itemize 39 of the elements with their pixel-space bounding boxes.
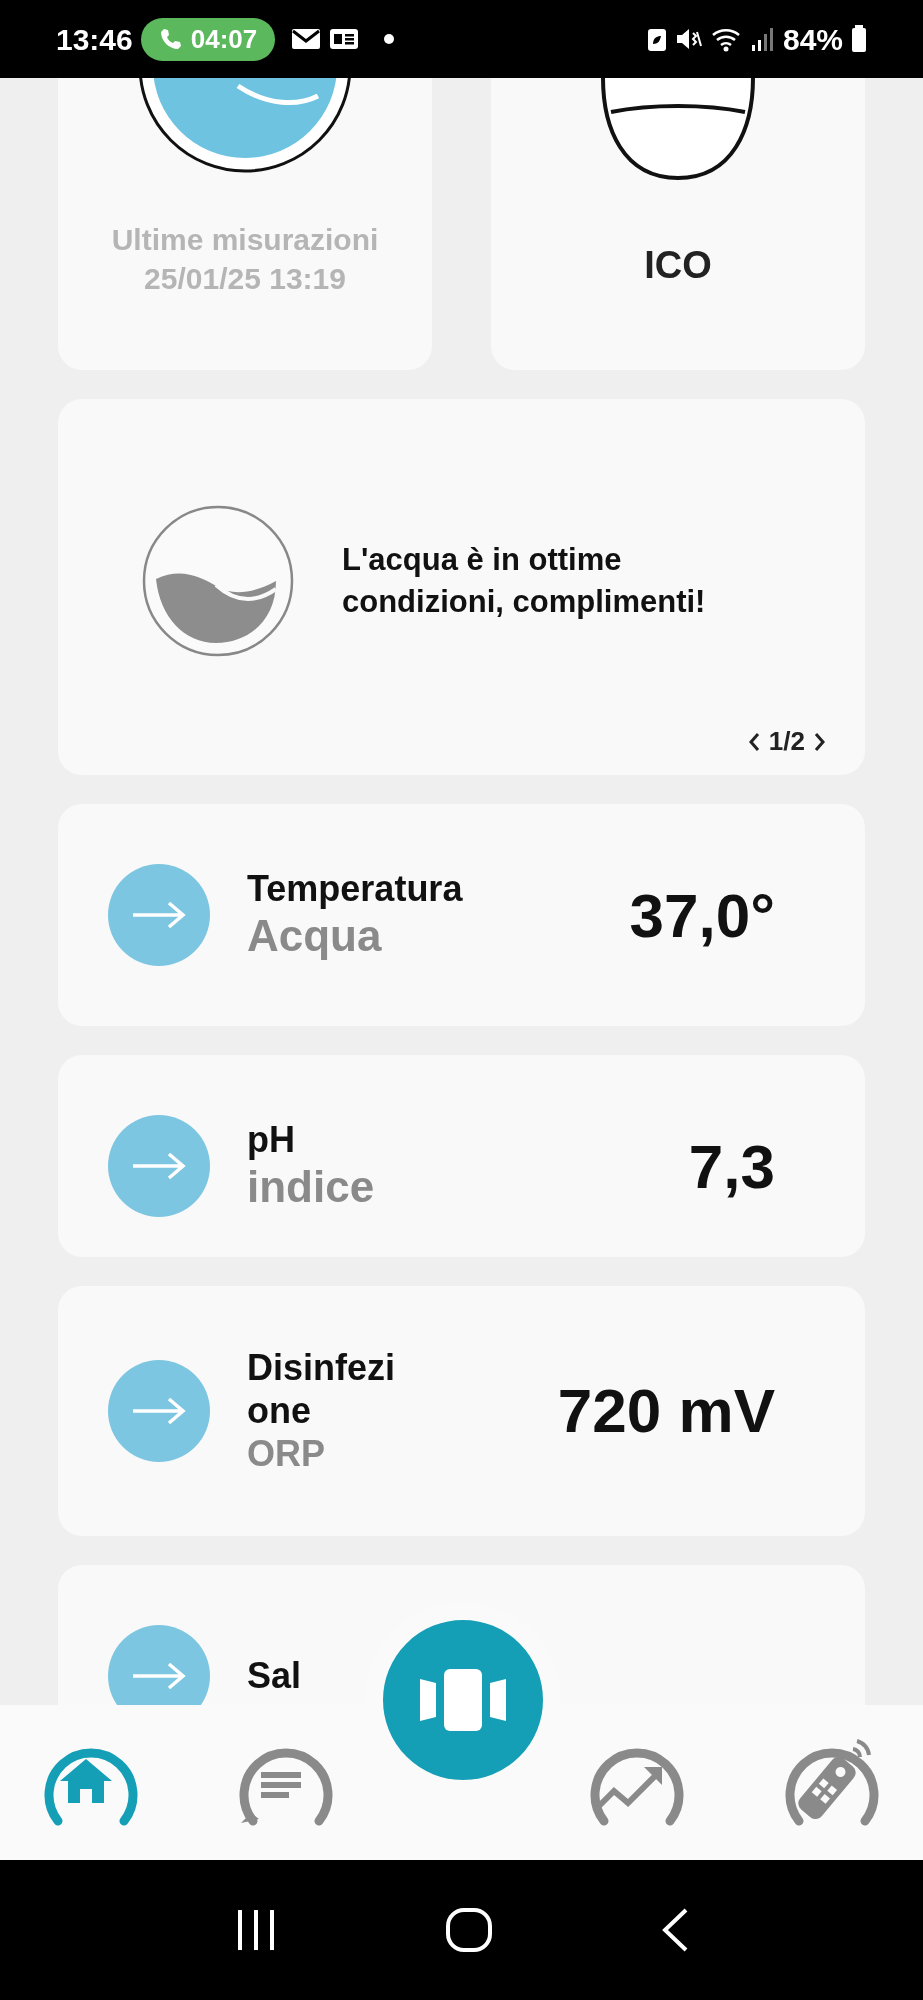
battery-saver-icon xyxy=(646,26,667,52)
home-button[interactable] xyxy=(444,1907,493,1953)
chevron-left-icon xyxy=(746,731,761,754)
message-text: L'acqua è in ottime condizioni, complimenti! xyxy=(342,540,707,621)
water-quality-icon xyxy=(142,504,294,657)
last-measurement-datetime: 25/01/25 13:19 xyxy=(144,261,346,297)
metric-subtitle: indice xyxy=(247,1161,376,1214)
metric-card[interactable]: Disinfezione ORP 720 mV xyxy=(58,1286,865,1536)
clock-time: 13:46 xyxy=(56,21,133,58)
metric-subtitle: Acqua xyxy=(247,910,383,963)
chevron-right-icon xyxy=(813,731,827,754)
metric-title: Sal xyxy=(247,1653,303,1698)
arrow-right-icon xyxy=(131,900,187,930)
dot-icon xyxy=(383,33,396,45)
mail-icon xyxy=(291,27,322,51)
cup-icon xyxy=(599,78,757,182)
battery-icon xyxy=(851,25,867,53)
metric-value: 720 mV xyxy=(556,1375,775,1448)
news-icon xyxy=(329,28,360,50)
device-card[interactable]: ICO xyxy=(491,78,865,370)
metric-card[interactable]: pH indice 7,3 xyxy=(58,1055,865,1257)
arrow-right-icon xyxy=(131,1395,187,1426)
device-name: ICO xyxy=(644,243,712,288)
metric-value: 37,0° xyxy=(628,879,775,952)
arrow-right-icon xyxy=(131,1151,187,1181)
metric-title: Disinfezione xyxy=(247,1346,397,1433)
metric-value: 7,3 xyxy=(687,1130,775,1203)
phone-icon xyxy=(158,27,183,51)
page-indicator: 1/2 xyxy=(768,725,805,758)
battery-percentage: 84% xyxy=(782,21,843,58)
arrow-right-icon xyxy=(131,1660,187,1691)
metric-subtitle: ORP xyxy=(247,1432,326,1476)
metric-card[interactable]: Temperatura Acqua 37,0° xyxy=(58,804,865,1026)
signal-icon xyxy=(750,26,775,52)
metric-title: Temperatura xyxy=(247,867,464,911)
metric-title: pH xyxy=(247,1118,296,1162)
last-measurement-label: Ultime misurazioni xyxy=(111,222,379,258)
mute-icon xyxy=(674,26,703,52)
panels-icon xyxy=(418,1667,508,1733)
